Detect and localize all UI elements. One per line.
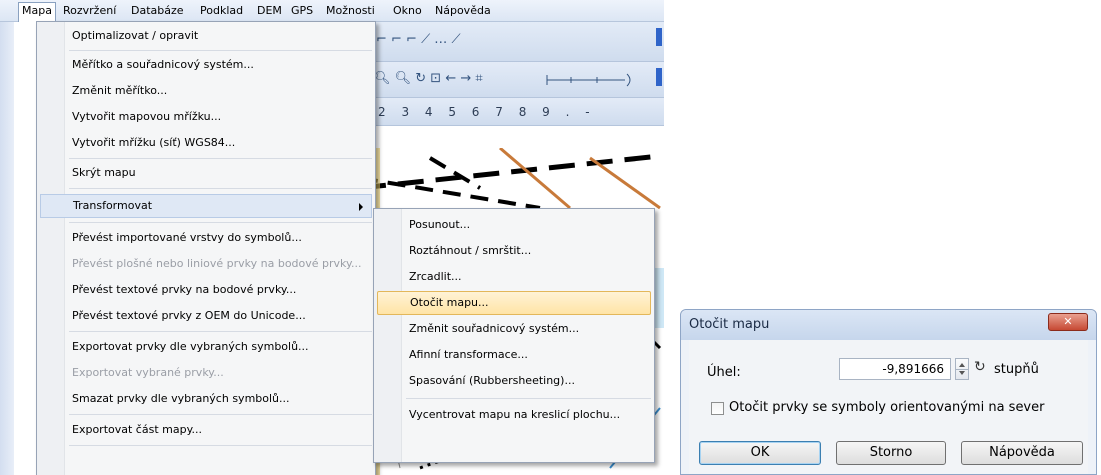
menu-item-convert-oem-to-unicode[interactable]: Převést textové prvky z OEM do Unicode..… [40,304,372,328]
menu-mapa[interactable]: Mapa [18,2,56,22]
menu-item-optimize[interactable]: Optimalizovat / opravit [40,24,372,48]
angle-spinner[interactable] [955,358,969,380]
drawing-tools-icon[interactable]: ⌐ ⌐ ⌐ ⟋ … ⟋ [376,32,461,47]
symbol-number-strip[interactable]: 2 3 4 5 6 7 8 9 . - [378,105,596,119]
menu-item-mirror[interactable]: Zrcadlit... [377,265,651,289]
menu-item-hide-map[interactable]: Skrýt mapu [40,161,372,185]
angle-label: Úhel: [707,365,741,380]
menu-databaze[interactable]: Databáze [128,3,187,19]
menu-item-create-wgs84-grid[interactable]: Vytvořit mřížku (síť) WGS84... [40,131,372,155]
menu-item-create-grid[interactable]: Vytvořit mapovou mřížku... [40,105,372,129]
menu-separator [69,222,372,223]
zoom-slider[interactable] [545,72,640,88]
toolbar-drawing: ⌐ ⌐ ⌐ ⟋ … ⟋ [370,22,664,62]
menu-item-transform[interactable]: Transformovat [40,194,372,218]
angle-input[interactable] [839,358,951,380]
ok-button[interactable]: OK [699,441,821,465]
dialog-title: Otočit mapu [689,317,770,332]
help-button[interactable]: Nápověda [961,441,1083,465]
zoom-tools-icon[interactable]: 🔍︎ 🔍︎ ↻ ⊡ ← → ⌗ [374,71,483,86]
rotate-map-dialog: Otočit mapu ✕ Úhel: ↻ stupňů Otočit prvk… [680,309,1097,475]
menu-item-export-by-symbols[interactable]: Exportovat prvky dle vybraných symbolů..… [40,335,372,359]
menu-item-rubbersheeting[interactable]: Spasování (Rubbersheeting)... [377,369,651,393]
mapa-menu: Optimalizovat / opravit Měřítko a souřad… [36,21,376,475]
menu-item-convert-area-line-to-point: Převést plošné nebo liniové prvky na bod… [72,257,362,270]
rotate-clockwise-icon: ↻ [974,359,986,375]
spin-divider [956,369,968,370]
rotate-north-symbols-label[interactable]: Otočit prvky se symboly orientovanými na… [729,400,1044,415]
spin-up-icon[interactable] [959,363,965,367]
toolbar-view: 🔍︎ 🔍︎ ↻ ⊡ ← → ⌗ [370,62,664,98]
menu-rozvrzeni[interactable]: Rozvržení [60,3,119,19]
menu-item-change-scale[interactable]: Změnit měřítko... [40,79,372,103]
menu-podklad[interactable]: Podklad [197,3,246,19]
menu-item-stretch-shrink[interactable]: Roztáhnout / smrštit... [377,239,651,263]
menu-napoveda[interactable]: Nápověda [432,3,494,19]
menu-item-convert-text-to-point[interactable]: Převést textové prvky na bodové prvky... [40,278,372,302]
toolbar-grip-icon[interactable] [656,68,662,86]
menu-item-affine-transform[interactable]: Afinní transformace... [377,343,651,367]
menu-gps[interactable]: GPS [288,3,316,19]
menu-separator [406,398,651,399]
menu-moznosti[interactable]: Možnosti [323,3,378,19]
close-icon[interactable]: ✕ [1048,313,1088,331]
menu-separator [69,188,372,189]
transform-submenu: Posunout... Roztáhnout / smrštit... Zrca… [373,208,655,463]
menu-item-convert-imported-layers[interactable]: Převést importované vrstvy do symbolů... [40,226,372,250]
angle-unit-label: stupňů [994,362,1039,377]
menu-separator [69,50,372,51]
chevron-right-icon [359,203,363,211]
dialog-titlebar[interactable]: Otočit mapu ✕ [681,310,1096,340]
cancel-button[interactable]: Storno [836,441,946,465]
rotate-north-symbols-checkbox[interactable] [711,402,724,415]
dialog-body: Úhel: ↻ stupňů Otočit prvky se symboly o… [689,340,1088,474]
menu-item-scale-coordinates[interactable]: Měřítko a souřadnicový systém... [40,53,372,77]
menu-dem[interactable]: DEM [254,3,285,19]
menu-item-export-map-part[interactable]: Exportovat část mapy... [40,418,372,442]
menubar: Mapa Rozvržení Databáze Podklad DEM GPS … [0,0,664,22]
menu-item-move[interactable]: Posunout... [377,213,651,237]
menu-item-change-coordinate-system[interactable]: Změnit souřadnicový systém... [377,317,651,341]
menu-separator [69,331,372,332]
spin-down-icon[interactable] [959,371,965,375]
menu-okno[interactable]: Okno [390,3,425,19]
menu-separator [69,158,372,159]
menu-item-center-map[interactable]: Vycentrovat mapu na kreslicí plochu... [377,403,651,427]
menu-item-delete-by-symbols[interactable]: Smazat prvky dle vybraných symbolů... [40,387,372,411]
menu-item-rotate-map[interactable]: Otočit mapu... [377,291,651,315]
toolbar-grip-icon[interactable] [656,28,662,46]
left-toolbar-strip [0,22,14,475]
menu-separator [69,414,372,415]
menu-item-export-selected: Exportovat vybrané prvky... [72,366,224,379]
menu-separator [69,445,372,446]
menu-item-transform-label: Transformovat [73,199,153,212]
